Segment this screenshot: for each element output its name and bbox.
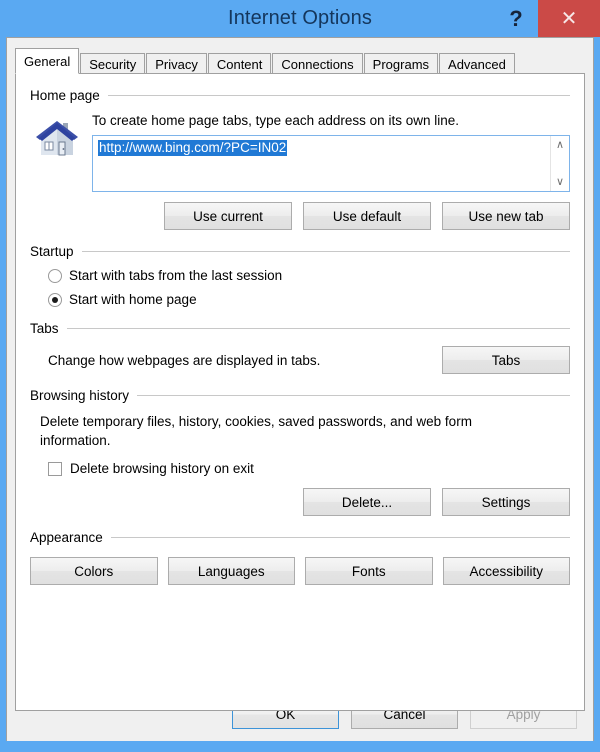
languages-button[interactable]: Languages [167, 557, 295, 585]
title-bar: Internet Options ? ✕ [0, 0, 600, 37]
radio-icon[interactable] [48, 268, 62, 283]
tab-strip: General Security Privacy Content Connect… [15, 48, 593, 74]
colors-button[interactable]: Colors [30, 557, 158, 585]
checkbox-icon[interactable] [48, 461, 62, 476]
delete-button[interactable]: Delete... [303, 488, 431, 516]
group-label-appearance: Appearance [30, 530, 103, 545]
delete-history-on-exit-checkbox[interactable]: Delete browsing history on exit [48, 461, 570, 476]
use-new-tab-button[interactable]: Use new tab [442, 202, 570, 230]
fonts-button[interactable]: Fonts [305, 557, 433, 585]
accessibility-button[interactable]: Accessibility [442, 557, 570, 585]
radio-icon-selected[interactable] [48, 292, 62, 307]
group-label-browsing-history: Browsing history [30, 388, 130, 403]
group-header-tabs: Tabs [30, 321, 570, 336]
tabs-button[interactable]: Tabs [442, 346, 570, 374]
browsing-history-buttons: Delete... Settings [30, 488, 570, 516]
tab-page-general: Home page To create home page tabs, type… [15, 73, 585, 711]
tab-privacy[interactable]: Privacy [146, 53, 207, 74]
group-header-startup: Startup [30, 244, 570, 259]
home-page-buttons: Use current Use default Use new tab [30, 202, 570, 230]
home-page-url-input[interactable]: http://www.bing.com/?PC=IN02 ∧ ∨ [92, 135, 570, 192]
tab-content[interactable]: Content [207, 53, 272, 74]
tab-general[interactable]: General [15, 48, 80, 74]
home-page-content: To create home page tabs, type each addr… [90, 111, 570, 192]
group-rule [110, 537, 570, 538]
home-page-row: To create home page tabs, type each addr… [30, 111, 570, 192]
appearance-buttons: Colors Languages Fonts Accessibility [30, 557, 570, 585]
checkbox-label: Delete browsing history on exit [70, 461, 254, 476]
scroll-up-icon[interactable]: ∧ [556, 139, 564, 151]
tab-security[interactable]: Security [80, 53, 146, 74]
window-title: Internet Options [228, 7, 372, 29]
radio-start-with-home-page[interactable]: Start with home page [48, 292, 570, 307]
home-page-url-value: http://www.bing.com/?PC=IN02 [98, 140, 288, 156]
scroll-down-icon[interactable]: ∨ [556, 176, 564, 188]
radio-start-with-tabs[interactable]: Start with tabs from the last session [48, 268, 570, 283]
group-header-home-page: Home page [30, 88, 570, 103]
radio-label: Start with tabs from the last session [69, 268, 283, 283]
use-default-button[interactable]: Use default [303, 202, 431, 230]
group-rule [81, 251, 570, 252]
group-header-appearance: Appearance [30, 530, 570, 545]
tabs-description: Change how webpages are displayed in tab… [48, 352, 321, 368]
group-header-browsing-history: Browsing history [30, 388, 570, 403]
settings-button[interactable]: Settings [442, 488, 570, 516]
use-current-button[interactable]: Use current [164, 202, 292, 230]
browsing-history-description: Delete temporary files, history, cookies… [40, 414, 472, 448]
group-rule [66, 328, 570, 329]
help-icon[interactable]: ? [494, 0, 538, 37]
tab-connections[interactable]: Connections [272, 53, 363, 74]
radio-label: Start with home page [69, 292, 197, 307]
group-label-home-page: Home page [30, 88, 100, 103]
group-label-startup: Startup [30, 244, 74, 259]
tab-programs[interactable]: Programs [363, 53, 439, 74]
house-icon [30, 111, 90, 192]
window-bottom-edge [0, 741, 600, 752]
dialog-body: General Security Privacy Content Connect… [6, 37, 594, 741]
group-rule [107, 95, 570, 96]
tab-advanced[interactable]: Advanced [439, 53, 515, 74]
close-icon[interactable]: ✕ [538, 0, 600, 37]
titlebar-buttons: ? ✕ [494, 0, 600, 37]
group-rule [137, 395, 570, 396]
tabs-settings-row: Change how webpages are displayed in tab… [30, 346, 570, 374]
group-label-tabs: Tabs [30, 321, 59, 336]
url-scrollbar[interactable]: ∧ ∨ [550, 136, 569, 191]
home-page-description: To create home page tabs, type each addr… [92, 113, 459, 128]
internet-options-dialog: Internet Options ? ✕ General Security Pr… [0, 0, 600, 752]
